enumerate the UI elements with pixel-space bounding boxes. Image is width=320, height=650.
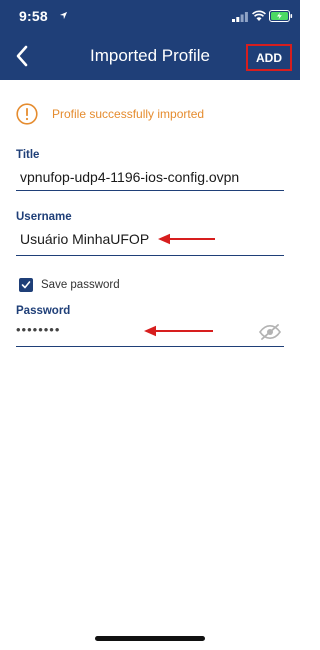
title-input[interactable]: vpnufop-udp4-1196-ios-config.ovpn bbox=[20, 169, 239, 185]
chevron-left-icon bbox=[16, 45, 28, 67]
success-banner: Profile successfully imported bbox=[16, 103, 286, 127]
wifi-icon bbox=[252, 10, 266, 21]
title-label: Title bbox=[16, 149, 40, 161]
arrow-left-icon bbox=[158, 233, 215, 245]
username-underline bbox=[16, 255, 284, 256]
password-input[interactable]: •••••••• bbox=[16, 322, 60, 337]
info-icon bbox=[16, 103, 38, 125]
home-indicator bbox=[95, 636, 205, 641]
checkmark-icon bbox=[21, 281, 31, 289]
status-time: 9:58 bbox=[19, 8, 48, 24]
cellular-signal-icon bbox=[232, 12, 248, 22]
status-bar: 9:58 bbox=[0, 0, 300, 32]
save-password-checkbox[interactable] bbox=[19, 278, 33, 292]
password-label: Password bbox=[16, 305, 71, 317]
save-password-label: Save password bbox=[41, 279, 120, 291]
navigation-bar: 9:58 Imported Profile ADD bbox=[0, 0, 300, 80]
page-title: Imported Profile bbox=[90, 46, 210, 65]
add-button[interactable]: ADD bbox=[246, 44, 292, 71]
success-message: Profile successfully imported bbox=[52, 107, 205, 121]
back-button[interactable] bbox=[8, 40, 36, 72]
location-arrow-icon bbox=[59, 11, 68, 20]
username-label: Username bbox=[16, 211, 72, 223]
eye-slash-icon[interactable] bbox=[259, 324, 281, 340]
arrow-left-icon bbox=[144, 325, 213, 337]
battery-charging-icon bbox=[269, 10, 293, 22]
password-underline bbox=[16, 346, 284, 347]
username-input[interactable]: Usuário MinhaUFOP bbox=[20, 231, 149, 247]
title-underline bbox=[16, 190, 284, 191]
